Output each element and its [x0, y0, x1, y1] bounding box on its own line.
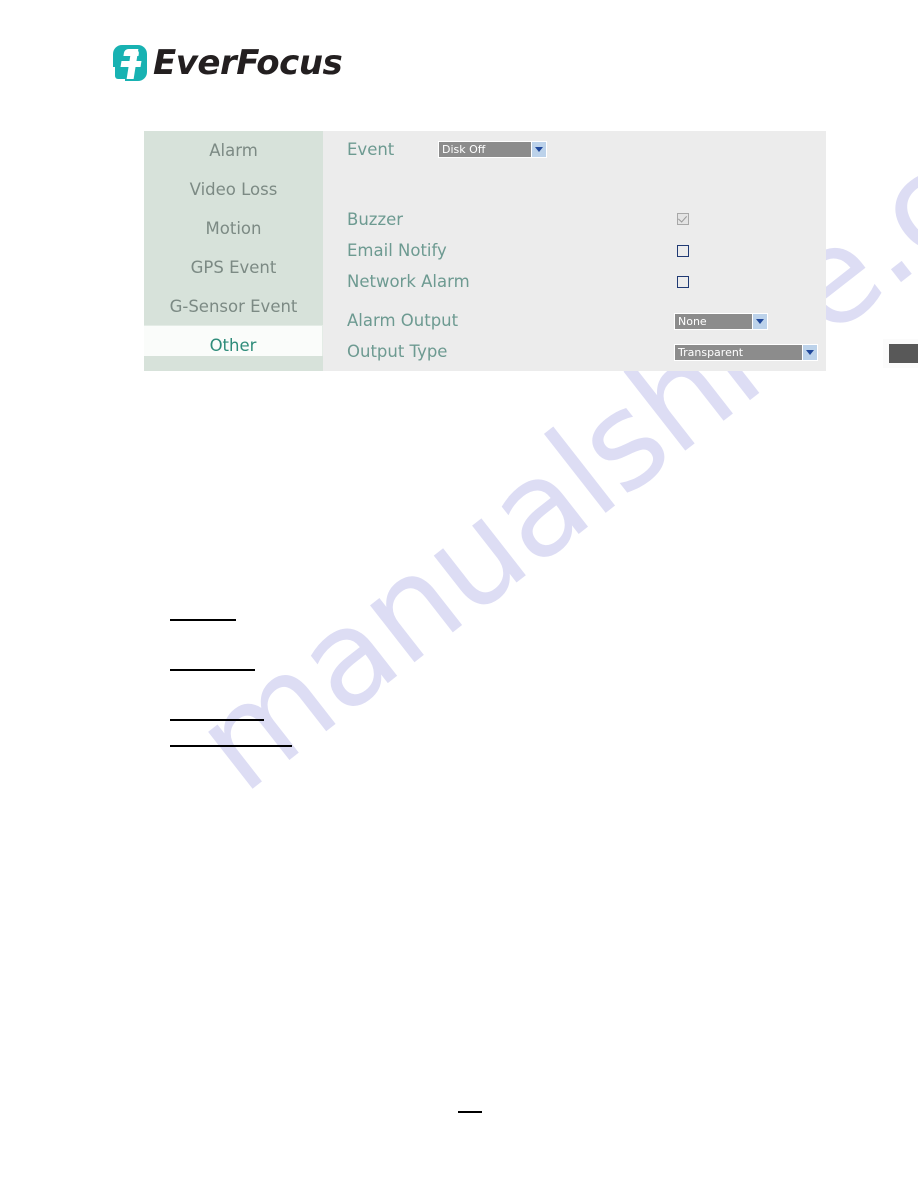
output-type-select-value: Transparent [674, 344, 802, 361]
chevron-down-icon[interactable] [752, 313, 768, 330]
buzzer-checkbox[interactable] [677, 213, 689, 225]
event-label: Event [347, 140, 395, 159]
logo-shape-f-arm [123, 49, 140, 56]
output-type-select[interactable]: Transparent [674, 344, 818, 361]
brand-name: EverFocus [153, 43, 343, 83]
event-select-value: Disk Off [438, 141, 531, 158]
logo-shape-f-bar [120, 61, 142, 67]
body-rule-2 [170, 669, 255, 671]
alarm-output-label: Alarm Output [347, 311, 459, 330]
sidebar-item-alarm[interactable]: Alarm [144, 131, 323, 170]
event-select[interactable]: Disk Off [438, 141, 547, 158]
sidebar-item-motion[interactable]: Motion [144, 209, 323, 248]
sidebar-item-gps-event[interactable]: GPS Event [144, 248, 323, 287]
network-alarm-label: Network Alarm [347, 272, 470, 291]
save-button[interactable]: Save [889, 344, 918, 363]
sidebar-item-g-sensor-event[interactable]: G-Sensor Event [144, 287, 323, 326]
output-type-label: Output Type [347, 342, 448, 361]
footer-page-dash [458, 1111, 482, 1113]
alarm-output-select[interactable]: None [674, 313, 768, 330]
body-rule-3 [170, 719, 264, 721]
chevron-down-icon[interactable] [531, 141, 547, 158]
network-alarm-checkbox[interactable] [677, 276, 689, 288]
everfocus-f-logo-icon [113, 43, 149, 83]
buzzer-label: Buzzer [347, 210, 404, 229]
event-settings-panel: Alarm Video Loss Motion GPS Event G-Sens… [144, 131, 918, 371]
event-category-sidebar: Alarm Video Loss Motion GPS Event G-Sens… [144, 131, 323, 371]
brand-logo: EverFocus [113, 40, 343, 86]
logo-shape-notch-inner [115, 65, 126, 79]
body-rule-4 [170, 745, 292, 747]
event-settings-form: Event Disk Off Buzzer Email Notify Netwo… [323, 131, 918, 371]
alarm-output-select-value: None [674, 313, 752, 330]
body-rule-1 [170, 619, 236, 621]
sidebar-item-video-loss[interactable]: Video Loss [144, 170, 323, 209]
sidebar-bottom-filler [144, 356, 323, 371]
watermark-text: manualshive.com [168, 0, 918, 822]
chevron-down-icon[interactable] [802, 344, 818, 361]
email-notify-label: Email Notify [347, 241, 447, 260]
email-notify-checkbox[interactable] [677, 245, 689, 257]
